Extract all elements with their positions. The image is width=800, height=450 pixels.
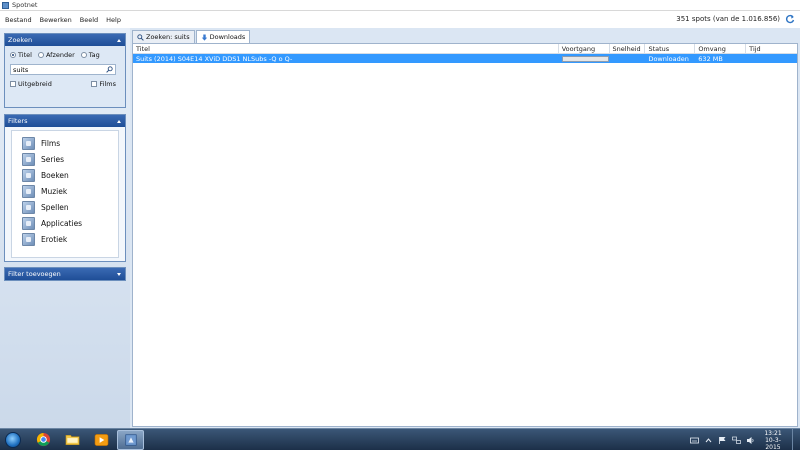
cell-snelheid — [610, 54, 646, 63]
cell-voortgang — [559, 54, 610, 63]
search-panel: Zoeken Titel Afzender Tag suits Uitgebre… — [4, 33, 126, 108]
search-input[interactable] — [13, 65, 103, 74]
menu-bewerken[interactable]: Bewerken — [36, 16, 76, 24]
folder-icon — [22, 136, 35, 150]
menu-bar: Bestand Bewerken Beeld Help 351 spots (v… — [0, 11, 800, 28]
checkbox-films-box[interactable] — [91, 81, 98, 87]
start-button[interactable] — [2, 430, 24, 450]
clock-time: 13:21 — [764, 429, 782, 437]
spotnet-app-icon — [124, 433, 137, 446]
tab-downloads[interactable]: Downloads — [195, 30, 251, 43]
chevron-up-icon[interactable] — [704, 436, 713, 445]
filter-add-panel-header[interactable]: Filter toevoegen — [5, 268, 125, 280]
folder-icon — [22, 152, 35, 166]
collapse-icon[interactable] — [117, 119, 121, 123]
search-icon[interactable] — [106, 66, 113, 73]
filter-list: Films Series Boeken Muziek Spellen Appli… — [11, 130, 119, 258]
search-panel-header[interactable]: Zoeken — [5, 34, 125, 46]
filter-item-erotiek[interactable]: Erotiek — [22, 231, 118, 247]
column-header-titel[interactable]: Titel — [133, 44, 559, 53]
filter-item-films[interactable]: Films — [22, 135, 118, 151]
spots-count: 351 spots (van de 1.016.856) — [676, 15, 780, 23]
radio-tag[interactable]: Tag — [80, 51, 100, 59]
collapse-icon[interactable] — [117, 38, 121, 42]
tab-zoeken-suits[interactable]: Zoeken: suits — [132, 30, 195, 43]
filter-item-series[interactable]: Series — [22, 151, 118, 167]
keyboard-icon[interactable] — [690, 436, 699, 445]
network-icon[interactable] — [732, 436, 741, 445]
filter-add-panel-title: Filter toevoegen — [8, 270, 61, 278]
folder-icon — [65, 435, 80, 445]
checkbox-films[interactable]: Films — [91, 80, 116, 88]
radio-titel-indicator[interactable] — [10, 52, 16, 58]
volume-icon[interactable] — [746, 436, 755, 445]
table-row[interactable]: Suits (2014) S04E14 XViD DDS1 NLSubs -Q … — [133, 54, 797, 63]
menu-beeld[interactable]: Beeld — [76, 16, 102, 24]
folder-icon — [22, 184, 35, 198]
downloads-table: Titel Voortgang Snelheid Status Omvang T… — [132, 43, 798, 427]
column-header-voortgang[interactable]: Voortgang — [559, 44, 610, 53]
column-header-status[interactable]: Status — [645, 44, 696, 53]
filter-item-boeken[interactable]: Boeken — [22, 167, 118, 183]
filters-panel: Filters Films Series Boeken Muziek Spell… — [4, 114, 126, 262]
window-title: Spotnet — [12, 1, 38, 9]
refresh-icon[interactable] — [785, 14, 795, 24]
folder-icon — [22, 232, 35, 246]
cell-titel: Suits (2014) S04E14 XViD DDS1 NLSubs -Q … — [136, 54, 293, 63]
flag-icon[interactable] — [718, 436, 727, 445]
table-header: Titel Voortgang Snelheid Status Omvang T… — [133, 44, 797, 54]
taskbar-clock[interactable]: 13:21 10-3-2015 — [760, 430, 786, 450]
radio-afzender-indicator[interactable] — [37, 52, 44, 58]
filters-panel-title: Filters — [8, 117, 28, 125]
filter-item-muziek[interactable]: Muziek — [22, 183, 118, 199]
search-panel-title: Zoeken — [8, 36, 33, 44]
taskbar-chrome[interactable] — [30, 430, 57, 450]
cell-tijd — [746, 54, 797, 63]
menu-bestand[interactable]: Bestand — [0, 16, 36, 24]
spotnet-app-icon — [2, 1, 9, 9]
download-progress-bar — [561, 55, 609, 62]
folder-icon — [22, 200, 35, 214]
taskbar: 13:21 10-3-2015 — [0, 428, 800, 450]
checkbox-uitgebreid[interactable]: Uitgebreid — [10, 80, 52, 88]
filter-add-panel: Filter toevoegen — [4, 267, 126, 281]
chrome-icon — [36, 432, 51, 447]
expand-icon[interactable] — [117, 272, 121, 276]
media-player-icon — [94, 433, 109, 446]
checkbox-uitgebreid-box[interactable] — [10, 81, 16, 87]
filter-item-applicaties[interactable]: Applicaties — [22, 215, 118, 231]
filters-panel-header[interactable]: Filters — [5, 115, 125, 127]
radio-tag-indicator[interactable] — [80, 52, 87, 58]
show-desktop-button[interactable] — [792, 429, 800, 450]
search-field[interactable] — [10, 64, 116, 75]
folder-icon — [22, 216, 35, 230]
radio-afzender[interactable]: Afzender — [37, 51, 75, 59]
column-header-snelheid[interactable]: Snelheid — [610, 44, 646, 53]
menu-help[interactable]: Help — [102, 16, 125, 24]
windows-logo-icon — [5, 431, 21, 448]
filter-item-spellen[interactable]: Spellen — [22, 199, 118, 215]
taskbar-explorer[interactable] — [59, 430, 86, 450]
main-content: Zoeken: suits Downloads Titel Voortgang … — [130, 28, 800, 428]
tab-strip: Zoeken: suits Downloads — [132, 30, 251, 43]
taskbar-spotnet[interactable] — [117, 429, 144, 450]
sidebar: Zoeken Titel Afzender Tag suits Uitgebre… — [0, 28, 130, 428]
cell-status: Downloaden — [648, 54, 689, 63]
clock-date: 10-3-2015 — [765, 436, 781, 450]
column-header-tijd[interactable]: Tijd — [746, 44, 797, 53]
cell-omvang: 632 MB — [698, 54, 723, 63]
system-tray: 13:21 10-3-2015 — [690, 429, 800, 450]
taskbar-media-player[interactable] — [88, 430, 115, 450]
title-bar: Spotnet — [0, 0, 800, 11]
search-icon — [137, 33, 144, 41]
column-header-omvang[interactable]: Omvang — [695, 44, 747, 53]
radio-titel[interactable]: Titel — [10, 51, 32, 59]
download-icon — [201, 34, 207, 41]
folder-icon — [22, 168, 35, 182]
